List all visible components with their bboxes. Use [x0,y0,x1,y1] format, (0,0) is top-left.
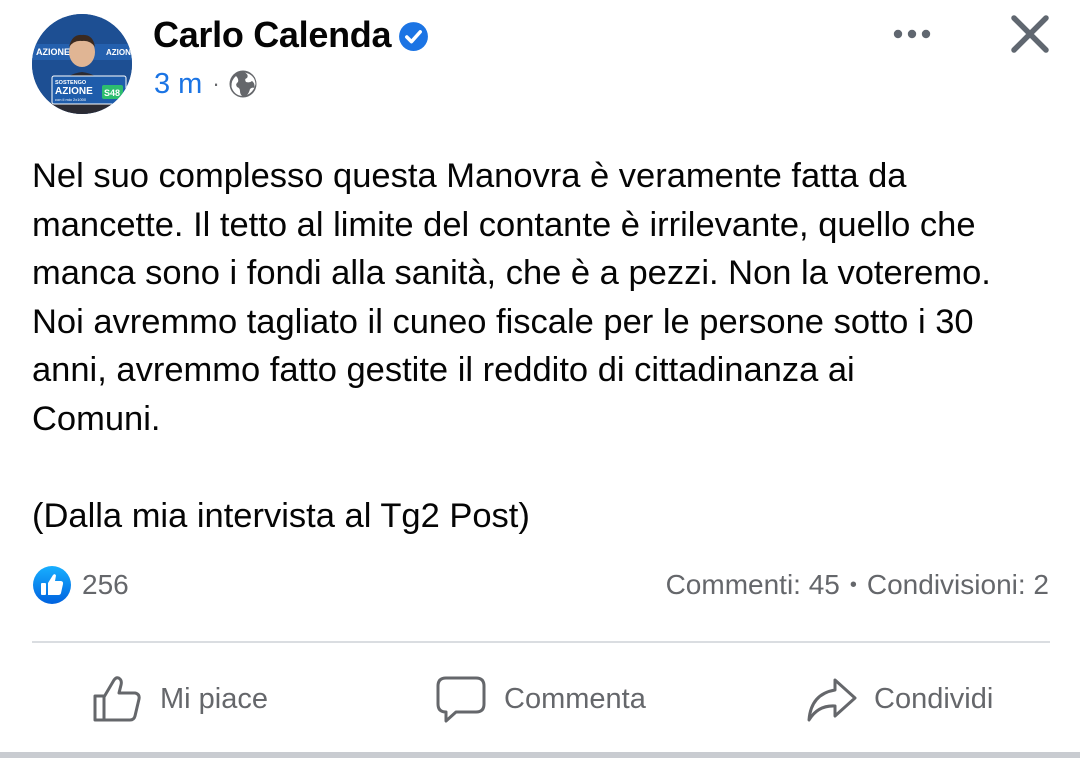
globe-icon [229,70,257,98]
like-button[interactable]: Mi piace [90,664,268,734]
author-name[interactable]: Carlo Calenda [153,14,391,56]
comment-bubble-icon [436,676,486,723]
post-timestamp[interactable]: 3 m [154,68,202,101]
comments-count[interactable]: Commenti: 45 [666,566,840,604]
svg-text:AZIONE: AZIONE [55,86,93,97]
divider [32,641,1050,643]
svg-text:S48: S48 [104,88,120,98]
more-horizontal-icon[interactable] [888,18,936,50]
like-button-label: Mi piace [160,682,268,715]
like-count[interactable]: 256 [82,566,129,604]
stats-separator: • [849,574,857,596]
post-card: AZIONE AZIONE SOSTENGO AZIONE con il mio… [0,0,1080,758]
share-button[interactable]: Condividi [804,664,993,734]
engagement-stats: Commenti: 45 • Condivisioni: 2 [666,566,1049,604]
thumbs-up-icon [93,676,141,722]
comment-button-label: Commenta [504,682,646,715]
post-body-text: Nel suo complesso questa Manovra è veram… [32,157,991,536]
share-button-label: Condividi [874,682,994,715]
meta-separator: · [212,71,220,96]
post-meta: 3 m · [154,66,258,102]
author-avatar[interactable]: AZIONE AZIONE SOSTENGO AZIONE con il mio… [32,14,132,114]
verified-badge-icon [399,22,428,51]
svg-text:con il mio 2x1000: con il mio 2x1000 [55,97,87,102]
bottom-separator [0,752,1080,758]
comment-button[interactable]: Commenta [434,664,646,734]
shares-count[interactable]: Condivisioni: 2 [867,566,1049,604]
share-arrow-icon [807,678,857,722]
svg-text:AZIONE: AZIONE [36,47,70,57]
close-icon[interactable] [1006,10,1054,58]
svg-text:AZIONE: AZIONE [106,48,132,57]
like-reaction-icon[interactable] [32,565,72,605]
